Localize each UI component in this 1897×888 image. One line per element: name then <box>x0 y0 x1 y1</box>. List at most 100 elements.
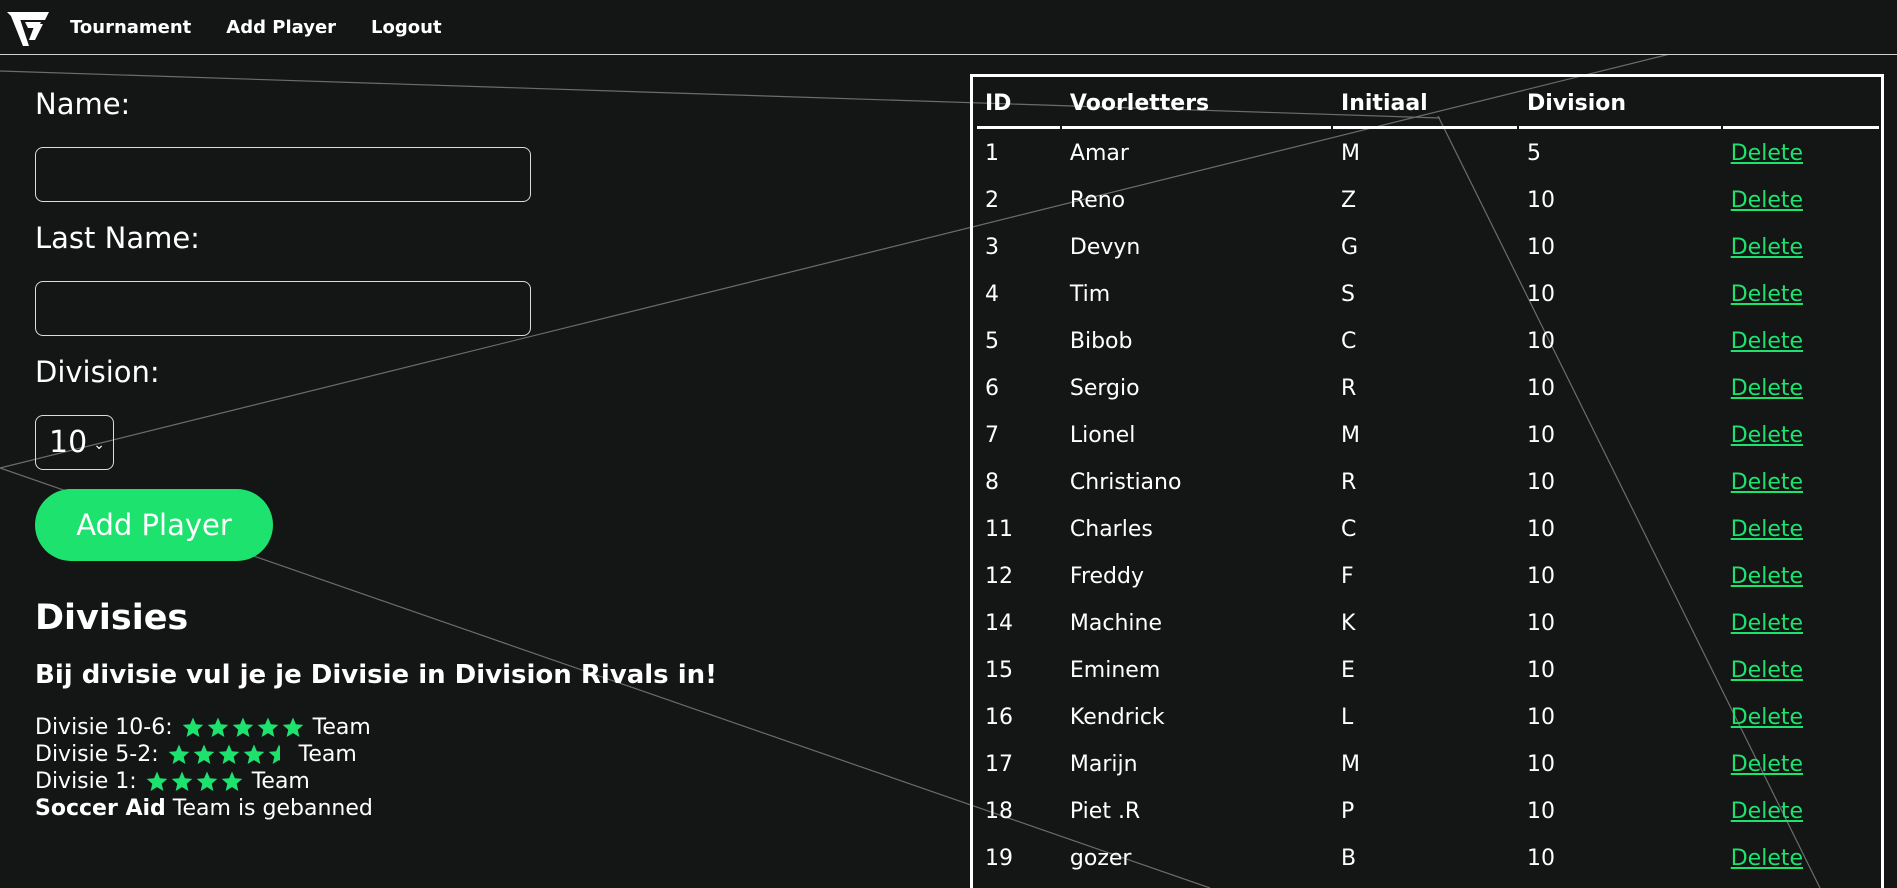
star-icon <box>196 771 218 791</box>
cell-id: 2 <box>985 188 999 213</box>
cell-initiaal: K <box>1341 611 1356 636</box>
delete-link[interactable]: Delete <box>1731 611 1803 636</box>
name-input[interactable] <box>35 147 531 202</box>
cell-division: 10 <box>1526 846 1555 871</box>
cell-division: 10 <box>1526 799 1555 824</box>
table-row: 18 Piet .R P 10 Delete <box>977 789 1879 834</box>
nav-logout-link[interactable]: Logout <box>371 17 442 38</box>
table-header-row: ID Voorletters Initiaal Division <box>977 81 1879 129</box>
cell-voorletters: Machine <box>1069 611 1162 636</box>
divisie-label: Divisie 5-2: <box>35 742 159 767</box>
delete-link[interactable]: Delete <box>1731 470 1803 495</box>
cell-id: 4 <box>985 282 999 307</box>
cell-division: 10 <box>1526 235 1555 260</box>
delete-link[interactable]: Delete <box>1731 235 1803 260</box>
delete-link[interactable]: Delete <box>1731 799 1803 824</box>
divisie-line: Divisie 5-2: Team <box>35 741 373 768</box>
cell-division: 10 <box>1526 282 1555 307</box>
cell-actions: Delete <box>1723 507 1879 552</box>
cell-division: 10 <box>1526 705 1555 730</box>
cell-actions: Delete <box>1723 554 1879 599</box>
cell-actions: Delete <box>1723 695 1879 740</box>
delete-link[interactable]: Delete <box>1731 752 1803 777</box>
cell-division: 10 <box>1526 564 1555 589</box>
table-row: 14 Machine K 10 Delete <box>977 601 1879 646</box>
page: Tournament Add Player Logout Name: Last … <box>0 0 1897 888</box>
delete-link[interactable]: Delete <box>1731 705 1803 730</box>
cell-voorletters: Amar <box>1069 141 1129 166</box>
cell-division: 5 <box>1526 141 1541 166</box>
header-division: Division <box>1518 81 1721 129</box>
delete-link[interactable]: Delete <box>1731 564 1803 589</box>
players-table-container: ID Voorletters Initiaal Division 1 Amar M 5… <box>970 74 1884 888</box>
cell-division: 10 <box>1526 423 1555 448</box>
header-initiaal: Initiaal <box>1333 81 1517 129</box>
delete-link[interactable]: Delete <box>1731 658 1803 683</box>
division-select[interactable]: 10 ⌄ <box>35 415 114 470</box>
cell-initiaal: S <box>1341 282 1356 307</box>
divisie-line: Divisie 10-6: Team <box>35 714 373 741</box>
delete-link[interactable]: Delete <box>1731 423 1803 448</box>
star-icon <box>221 771 243 791</box>
cell-voorletters: Christiano <box>1069 470 1182 495</box>
cell-division: 10 <box>1526 188 1555 213</box>
table-row: 2 Reno Z 10 Delete <box>977 178 1879 223</box>
delete-link[interactable]: Delete <box>1731 517 1803 542</box>
players-table: ID Voorletters Initiaal Division 1 Amar M 5… <box>975 79 1881 883</box>
delete-link[interactable]: Delete <box>1731 329 1803 354</box>
cell-actions: Delete <box>1723 836 1879 881</box>
cell-voorletters: Devyn <box>1069 235 1141 260</box>
header-id: ID <box>977 81 1060 129</box>
cell-id: 3 <box>985 235 999 260</box>
nav-tournament-link[interactable]: Tournament <box>70 17 191 38</box>
cell-voorletters: Freddy <box>1069 564 1144 589</box>
ban-bold-text: Soccer Aid <box>35 796 166 821</box>
cell-actions: Delete <box>1723 178 1879 223</box>
delete-link[interactable]: Delete <box>1731 282 1803 307</box>
divisie-label: Divisie 1: <box>35 769 137 794</box>
delete-link[interactable]: Delete <box>1731 376 1803 401</box>
fc-logo-icon[interactable] <box>4 6 52 48</box>
header-voorletters: Voorletters <box>1061 81 1332 129</box>
cell-initiaal: M <box>1341 141 1361 166</box>
delete-link[interactable]: Delete <box>1731 846 1803 871</box>
delete-link[interactable]: Delete <box>1731 188 1803 213</box>
header-actions <box>1722 81 1879 129</box>
table-row: 16 Kendrick L 10 Delete <box>977 695 1879 740</box>
cell-id: 6 <box>985 376 999 401</box>
table-row: 17 Marijn M 10 Delete <box>977 742 1879 787</box>
table-body: 1 Amar M 5 Delete 2 Reno Z 10 Delete 3 Devyn G 10 Dele… <box>977 131 1879 881</box>
last-name-input[interactable] <box>35 281 531 336</box>
cell-id: 11 <box>985 517 1013 542</box>
table-row: 5 Bibob C 10 Delete <box>977 319 1879 364</box>
star-icon <box>182 717 203 737</box>
ban-line: Soccer Aid Team is gebanned <box>35 795 373 822</box>
divisies-subheading: Bij divisie vul je je Divisie in Divisio… <box>35 660 717 690</box>
cell-id: 18 <box>985 799 1013 824</box>
divisie-suffix: Team <box>312 715 371 740</box>
cell-initiaal: F <box>1341 564 1354 589</box>
cell-voorletters: Tim <box>1069 282 1111 307</box>
star-icon <box>282 717 303 737</box>
delete-link[interactable]: Delete <box>1731 141 1803 166</box>
cell-actions: Delete <box>1723 272 1879 317</box>
table-row: 15 Eminem E 10 Delete <box>977 648 1879 693</box>
star-icon <box>257 717 278 737</box>
cell-voorletters: gozer <box>1069 846 1132 871</box>
cell-initiaal: G <box>1341 235 1359 260</box>
cell-initiaal: R <box>1341 470 1357 495</box>
cell-actions: Delete <box>1723 789 1879 834</box>
table-row: 6 Sergio R 10 Delete <box>977 366 1879 411</box>
navbar: Tournament Add Player Logout <box>0 0 1897 55</box>
cell-initiaal: M <box>1341 752 1361 777</box>
star-icon <box>171 771 193 791</box>
cell-voorletters: Charles <box>1069 517 1153 542</box>
add-player-button[interactable]: Add Player <box>35 489 273 561</box>
divisie-line: Divisie 1: Team <box>35 768 373 795</box>
cell-id: 7 <box>985 423 999 448</box>
cell-voorletters: Kendrick <box>1069 705 1165 730</box>
cell-voorletters: Bibob <box>1069 329 1133 354</box>
nav-add-player-link[interactable]: Add Player <box>226 17 336 38</box>
cell-id: 16 <box>985 705 1013 730</box>
table-row: 3 Devyn G 10 Delete <box>977 225 1879 270</box>
